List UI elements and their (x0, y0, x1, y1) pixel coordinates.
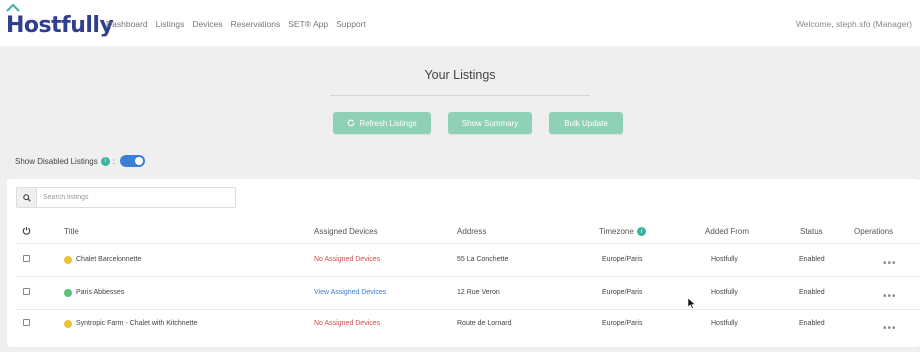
listing-added-from: Hostfully (711, 320, 738, 327)
search-icon (22, 193, 31, 202)
show-summary-label: Show Summary (461, 118, 519, 128)
row-checkbox[interactable] (23, 288, 30, 295)
page-title: Your Listings (424, 68, 496, 82)
top-navbar: Hostfully Dashboard Listings Devices Res… (0, 0, 920, 46)
listing-title[interactable]: Chalet Barcelonnette (76, 256, 141, 263)
refresh-listings-label: Refresh Listings (359, 118, 417, 128)
search-box (16, 187, 236, 208)
listing-title[interactable]: Paris Abbesses (76, 289, 124, 296)
colon-separator: : (112, 156, 115, 166)
column-header-timezone[interactable]: Timezone i (599, 227, 646, 236)
main-nav: Dashboard Listings Devices Reservations … (106, 19, 366, 29)
status-dot (64, 256, 72, 264)
info-icon[interactable]: i (100, 156, 110, 166)
status-dot (64, 289, 72, 297)
search-button[interactable] (17, 188, 37, 207)
column-header-operations: Operations (854, 227, 894, 236)
column-header-assigned-devices[interactable]: Assigned Devices (314, 227, 378, 236)
show-summary-button[interactable]: Show Summary (448, 112, 532, 134)
bulk-update-label: Bulk Update (564, 118, 608, 128)
listing-title[interactable]: Syntropic Farm - Chalet with Kitchnette (76, 320, 197, 327)
listing-status: Enabled (799, 289, 825, 296)
listing-status: Enabled (799, 320, 825, 327)
row-divider (16, 309, 920, 310)
column-header-timezone-label: Timezone (599, 227, 634, 236)
assigned-devices-link[interactable]: No Assigned Devices (314, 320, 380, 327)
listing-address: 55 La Conchette (457, 256, 509, 263)
column-header-address[interactable]: Address (457, 227, 486, 236)
listing-status: Enabled (799, 256, 825, 263)
refresh-icon (347, 119, 355, 127)
title-divider (330, 95, 590, 96)
show-disabled-listings-row: Show Disabled Listings i : (15, 155, 145, 167)
status-dot (64, 320, 72, 328)
nav-reservations[interactable]: Reservations (231, 19, 281, 29)
operations-menu-button[interactable]: ••• (883, 323, 897, 334)
timezone-info-icon[interactable]: i (636, 227, 646, 236)
listing-added-from: Hostfully (711, 256, 738, 263)
nav-dashboard[interactable]: Dashboard (106, 19, 148, 29)
logo-text: Hostfully (6, 13, 114, 38)
search-input[interactable] (37, 188, 233, 207)
operations-menu-button[interactable]: ••• (883, 258, 897, 269)
row-checkbox[interactable] (23, 255, 30, 262)
show-disabled-toggle[interactable] (119, 155, 145, 167)
operations-menu-button[interactable]: ••• (883, 291, 897, 302)
listing-timezone: Europe/Paris (602, 256, 643, 263)
listing-address: Route de Lornard (457, 320, 512, 327)
house-roof-icon (6, 4, 20, 12)
nav-devices[interactable]: Devices (192, 19, 222, 29)
column-header-added-from[interactable]: Added From (705, 227, 749, 236)
row-checkbox[interactable] (23, 319, 30, 326)
nav-support[interactable]: Support (336, 19, 366, 29)
listings-panel: Title Assigned Devices Address Timezone … (7, 179, 920, 347)
listing-timezone: Europe/Paris (602, 289, 643, 296)
power-icon[interactable] (22, 226, 31, 235)
refresh-listings-button[interactable]: Refresh Listings (333, 112, 431, 134)
mouse-cursor-icon (688, 298, 696, 309)
column-header-status[interactable]: Status (800, 227, 823, 236)
row-divider (16, 276, 920, 277)
listing-added-from: Hostfully (711, 289, 738, 296)
assigned-devices-link[interactable]: View Assigned Devices (314, 289, 386, 296)
welcome-user-menu[interactable]: Welcome, steph.sfo (Manager) (796, 19, 912, 29)
bulk-update-button[interactable]: Bulk Update (549, 112, 623, 134)
column-header-title[interactable]: Title (64, 227, 79, 236)
nav-listings[interactable]: Listings (156, 19, 185, 29)
listing-address: 12 Rue Veron (457, 289, 500, 296)
assigned-devices-link[interactable]: No Assigned Devices (314, 256, 380, 263)
show-disabled-label: Show Disabled Listings (15, 156, 98, 166)
row-divider (16, 243, 920, 244)
hostfully-logo[interactable]: Hostfully (6, 4, 114, 38)
nav-set-app[interactable]: SET® App (288, 19, 328, 29)
listing-timezone: Europe/Paris (602, 320, 643, 327)
